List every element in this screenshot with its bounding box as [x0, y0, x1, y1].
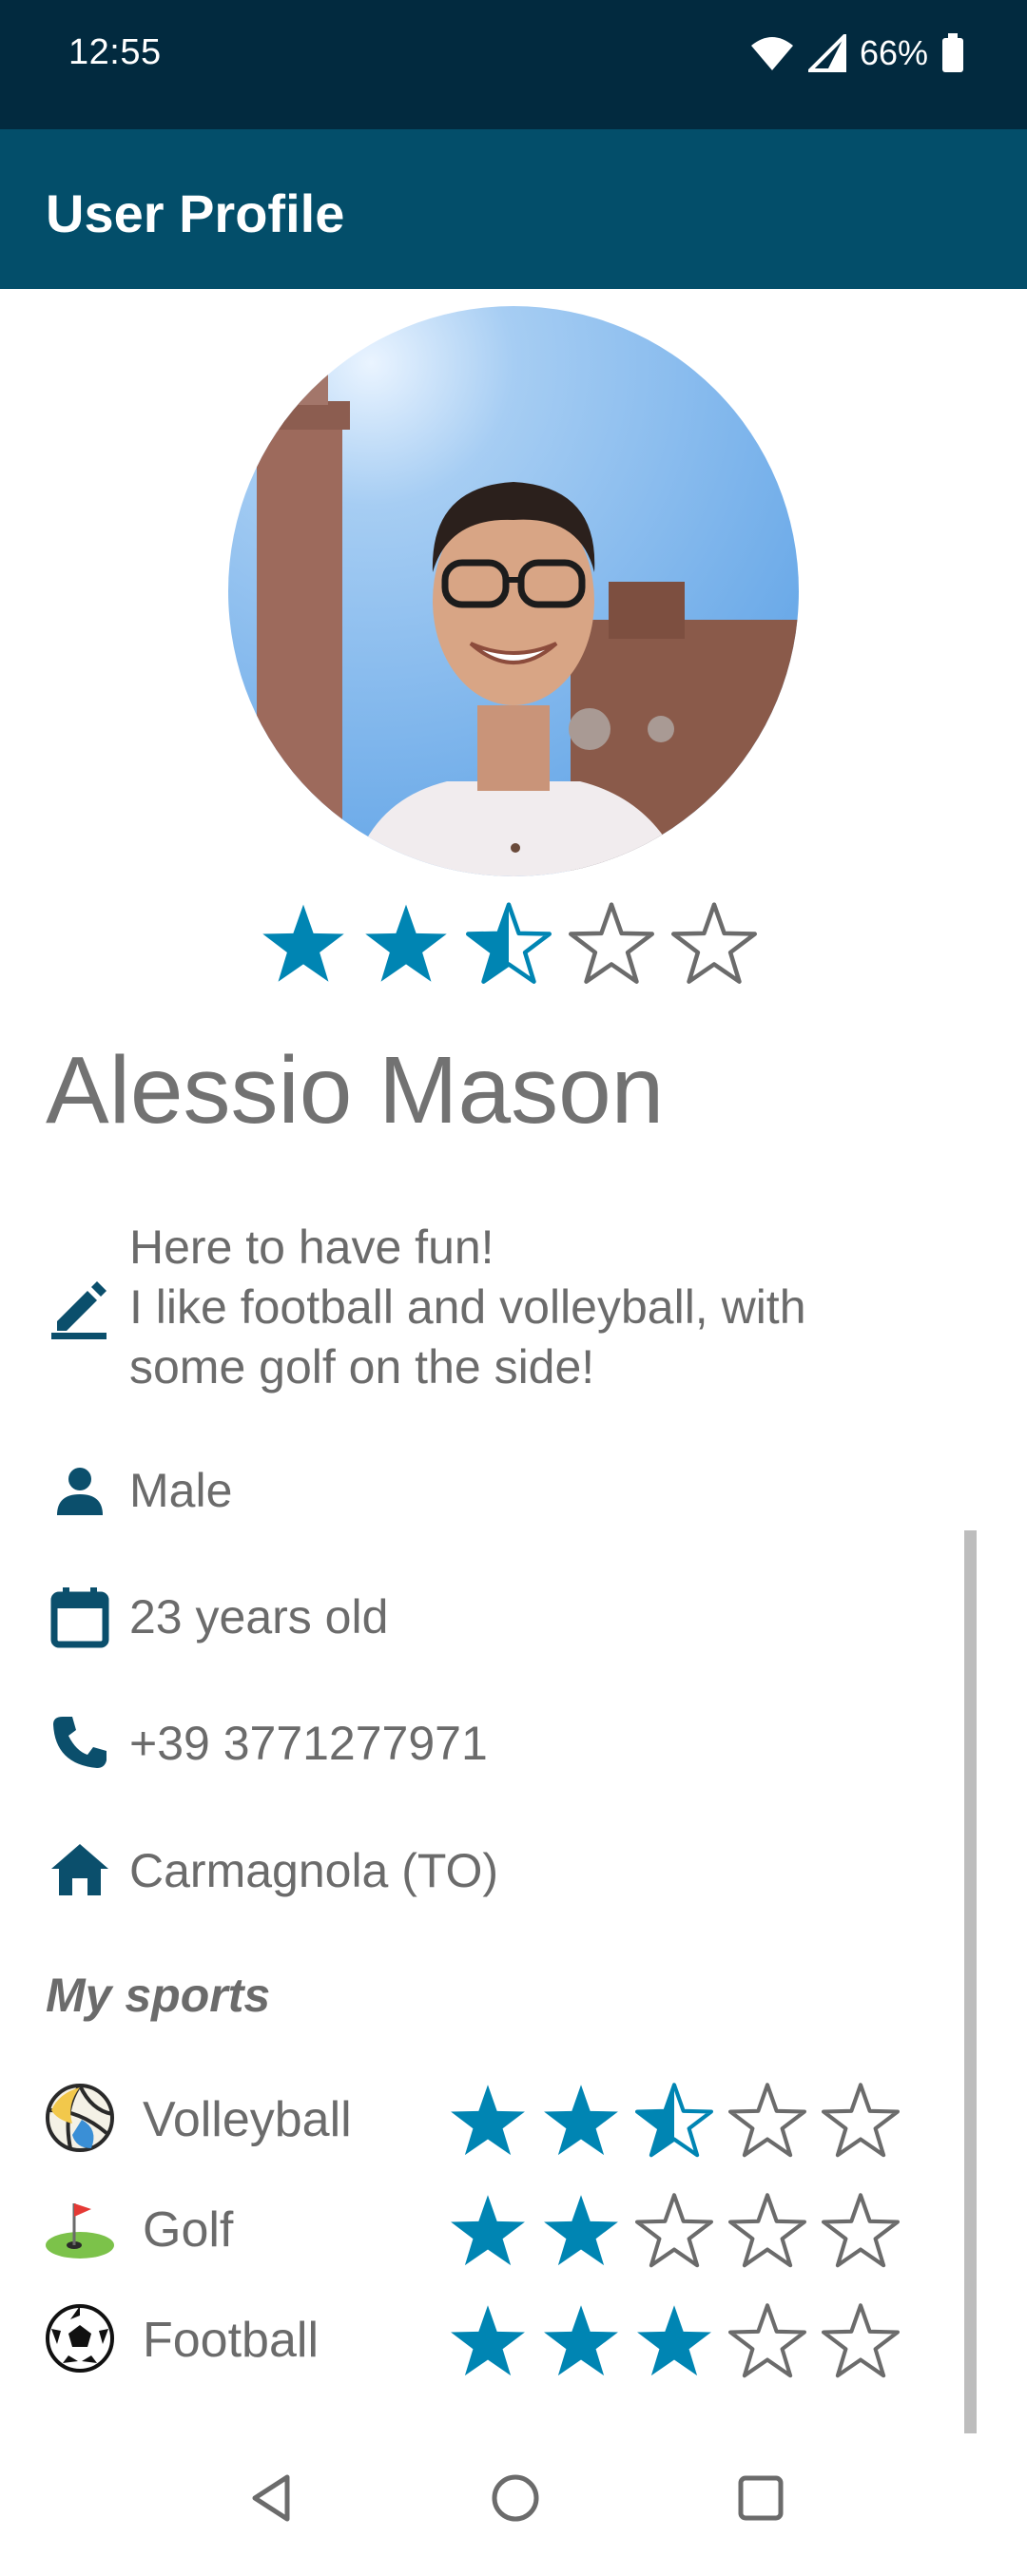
football-icon	[46, 2304, 114, 2373]
sport-rating	[449, 2302, 900, 2380]
star-empty-icon	[635, 2193, 713, 2268]
sport-row-football: Football	[44, 2302, 957, 2378]
status-time: 12:55	[68, 32, 162, 72]
star-half-icon	[635, 2083, 713, 2158]
sport-name: Volleyball	[143, 2092, 352, 2147]
star-half-icon	[466, 902, 552, 984]
edit-icon[interactable]	[48, 1274, 110, 1340]
sport-row-golf: Golf	[44, 2192, 957, 2268]
wifi-icon	[750, 37, 793, 70]
bio-line: I like football and volleyball, with	[129, 1280, 806, 1334]
navigation-bar	[0, 2433, 1027, 2576]
app-bar: User Profile	[0, 129, 1027, 289]
profile-photo[interactable]	[228, 306, 799, 876]
battery-percent: 66%	[859, 33, 928, 72]
star-full-icon	[451, 2305, 525, 2376]
status-bar: 12:55 66%	[0, 0, 1027, 129]
star-full-icon	[451, 2085, 525, 2156]
profile-rating	[261, 901, 757, 987]
star-full-icon	[544, 2085, 618, 2156]
back-icon[interactable]	[245, 2471, 299, 2525]
star-empty-icon	[822, 2303, 900, 2378]
sport-rating	[449, 2082, 900, 2160]
bio-line: some golf on the side!	[129, 1340, 595, 1394]
sport-row-volleyball: Volleyball	[44, 2082, 957, 2158]
age-text: 23 years old	[129, 1590, 389, 1644]
sport-rating	[449, 2192, 900, 2270]
bio-text: Here to have fun! I like football and vo…	[129, 1218, 806, 1397]
signal-icon	[807, 34, 846, 72]
home-button-icon[interactable]	[489, 2471, 542, 2525]
star-full-icon	[451, 2195, 525, 2266]
star-empty-icon	[671, 902, 757, 984]
star-empty-icon	[822, 2193, 900, 2268]
recents-icon[interactable]	[734, 2471, 787, 2525]
star-empty-icon	[728, 2083, 806, 2158]
volleyball-icon	[46, 2084, 114, 2152]
star-full-icon	[544, 2305, 618, 2376]
sport-name: Football	[143, 2313, 319, 2368]
star-empty-icon	[728, 2303, 806, 2378]
location-text: Carmagnola (TO)	[129, 1844, 499, 1897]
status-icons: 66%	[749, 25, 964, 82]
star-full-icon	[262, 904, 344, 982]
calendar-icon	[50, 1587, 109, 1648]
page-title: User Profile	[46, 183, 345, 243]
star-empty-icon	[569, 902, 654, 984]
profile-name: Alessio Mason	[46, 1037, 665, 1144]
sport-name: Golf	[143, 2202, 234, 2258]
star-empty-icon	[822, 2083, 900, 2158]
star-full-icon	[365, 904, 447, 982]
sports-section-title: My sports	[46, 1969, 271, 2022]
gender-text: Male	[129, 1464, 233, 1517]
person-icon	[57, 1468, 103, 1515]
star-full-icon	[637, 2305, 711, 2376]
scrollbar[interactable]	[964, 1530, 977, 2443]
battery-icon	[942, 33, 963, 72]
star-empty-icon	[728, 2193, 806, 2268]
star-full-icon	[544, 2195, 618, 2266]
home-icon	[51, 1844, 108, 1895]
phone-icon[interactable]	[49, 1713, 108, 1772]
phone-text[interactable]: +39 3771277971	[129, 1714, 488, 1774]
bio-line: Here to have fun!	[129, 1221, 494, 1274]
golf-icon	[46, 2203, 114, 2259]
